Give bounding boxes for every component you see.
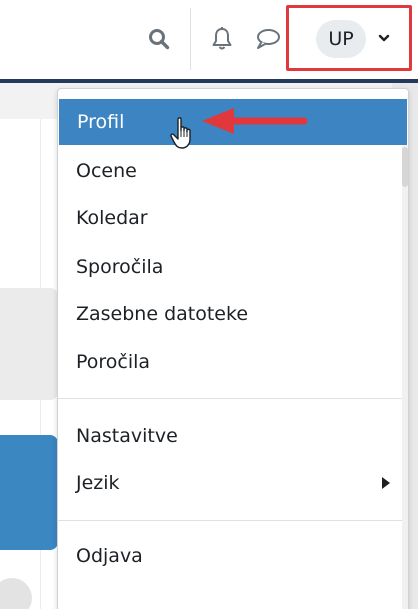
hand-cursor-icon — [170, 117, 191, 149]
menu-item-jezik[interactable]: Jezik — [58, 460, 408, 506]
menu-divider — [58, 520, 408, 521]
caret-right-icon — [382, 477, 390, 489]
search-icon[interactable] — [146, 26, 172, 52]
menu-divider — [58, 398, 408, 399]
menu-item-label: Zasebne datoteke — [76, 303, 249, 325]
background-card-blue — [0, 435, 58, 550]
menu-item-zasebne-datoteke[interactable]: Zasebne datoteke — [58, 291, 408, 337]
menu-item-label: Sporočila — [76, 256, 164, 278]
user-dropdown-menu: Profil Ocene Koledar Sporočila Zasebne d… — [57, 88, 409, 609]
menu-item-label: Koledar — [76, 207, 148, 229]
menu-item-label: Nastavitve — [76, 425, 178, 447]
chevron-down-icon[interactable] — [377, 31, 391, 45]
background-card — [0, 288, 58, 400]
menu-item-ocene[interactable]: Ocene — [58, 148, 408, 194]
user-menu-toggle[interactable]: UP — [286, 5, 412, 71]
menu-item-sporocila[interactable]: Sporočila — [58, 244, 408, 290]
chat-icon[interactable] — [255, 26, 281, 52]
annotation-arrow-icon — [202, 108, 308, 134]
avatar[interactable]: UP — [316, 20, 366, 58]
bell-icon[interactable] — [209, 26, 235, 52]
menu-item-label: Odjava — [76, 545, 143, 567]
dropdown-scrollbar-thumb[interactable] — [402, 147, 408, 187]
menu-item-label: Poročila — [76, 351, 151, 373]
top-navbar: UP — [0, 0, 418, 80]
menu-item-odjava[interactable]: Odjava — [58, 533, 408, 579]
dropdown-scrollbar-track[interactable] — [402, 145, 408, 609]
menu-item-koledar[interactable]: Koledar — [58, 195, 408, 241]
menu-item-label: Jezik — [76, 472, 120, 494]
menu-item-label: Ocene — [76, 160, 137, 182]
menu-item-nastavitve[interactable]: Nastavitve — [58, 413, 408, 459]
navbar-divider — [190, 8, 191, 70]
menu-item-label: Profil — [77, 111, 125, 133]
menu-item-porocila[interactable]: Poročila — [58, 339, 408, 385]
